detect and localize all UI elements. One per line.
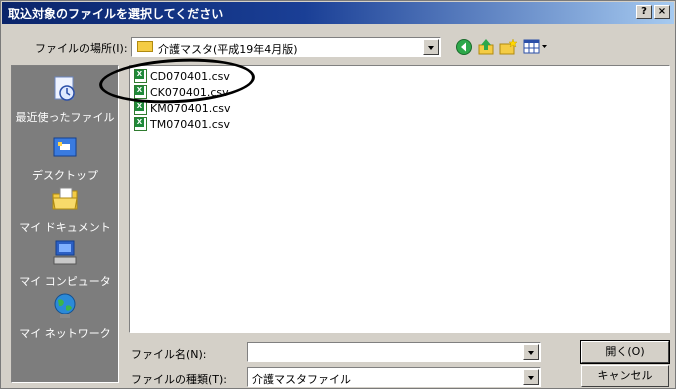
csv-file-icon [134, 117, 147, 131]
look-in-label: ファイルの場所(I): [35, 42, 128, 55]
place-label-my-computer: マイ コンピュータ [19, 275, 111, 288]
up-folder-icon[interactable] [477, 38, 495, 56]
recent-icon [54, 76, 75, 101]
file-type-value: 介護マスタファイル [252, 373, 351, 386]
place-my-computer[interactable]: マイ コンピュータ [12, 238, 118, 289]
close-button[interactable]: × [654, 5, 670, 19]
chevron-down-icon[interactable] [523, 369, 539, 385]
place-my-network[interactable]: マイ ネットワーク [12, 290, 118, 341]
cancel-button[interactable]: キャンセル [581, 365, 669, 387]
look-in-dropdown[interactable]: 介護マスタ(平成19年4月版) [131, 37, 441, 57]
places-bar: 最近使ったファイル デスクトップ マイ ドキュメント マイ コンピュータ マイ … [11, 65, 119, 383]
chevron-down-icon[interactable] [423, 39, 439, 55]
view-menu-icon[interactable] [523, 38, 549, 56]
place-label-recent: 最近使ったファイル [15, 111, 115, 124]
desktop-icon [53, 137, 77, 157]
my-network-icon [54, 293, 76, 318]
my-documents-icon [52, 187, 78, 210]
file-name: TM070401.csv [150, 118, 230, 131]
csv-file-icon [134, 101, 147, 115]
open-button[interactable]: 開く(O) [580, 340, 670, 364]
help-button[interactable]: ? [636, 5, 652, 19]
file-name-field[interactable] [247, 342, 541, 362]
file-name-label: ファイル名(N): [131, 348, 207, 361]
new-folder-icon[interactable] [499, 38, 517, 56]
title-bar[interactable]: 取込対象のファイルを選択してください ? × [2, 2, 674, 24]
file-list[interactable]: CD070401.csv CK070401.csv KM070401.csv T… [129, 65, 670, 333]
file-type-dropdown[interactable]: 介護マスタファイル [247, 367, 541, 387]
look-in-value: 介護マスタ(平成19年4月版) [158, 43, 298, 56]
file-open-dialog: 取込対象のファイルを選択してください ? × ファイルの場所(I): 介護マスタ… [0, 0, 676, 389]
file-type-label: ファイルの種類(T): [131, 373, 228, 386]
place-my-documents[interactable]: マイ ドキュメント [12, 184, 118, 235]
place-label-desktop: デスクトップ [32, 169, 98, 182]
place-label-my-network: マイ ネットワーク [19, 327, 111, 340]
chevron-down-icon[interactable] [523, 344, 539, 360]
place-label-my-documents: マイ ドキュメント [19, 221, 111, 234]
folder-icon [137, 41, 153, 52]
place-desktop[interactable]: デスクトップ [12, 132, 118, 183]
my-computer-icon [53, 240, 77, 265]
file-name: KM070401.csv [150, 102, 231, 115]
back-icon[interactable] [455, 38, 473, 56]
dialog-title: 取込対象のファイルを選択してください [8, 7, 224, 21]
